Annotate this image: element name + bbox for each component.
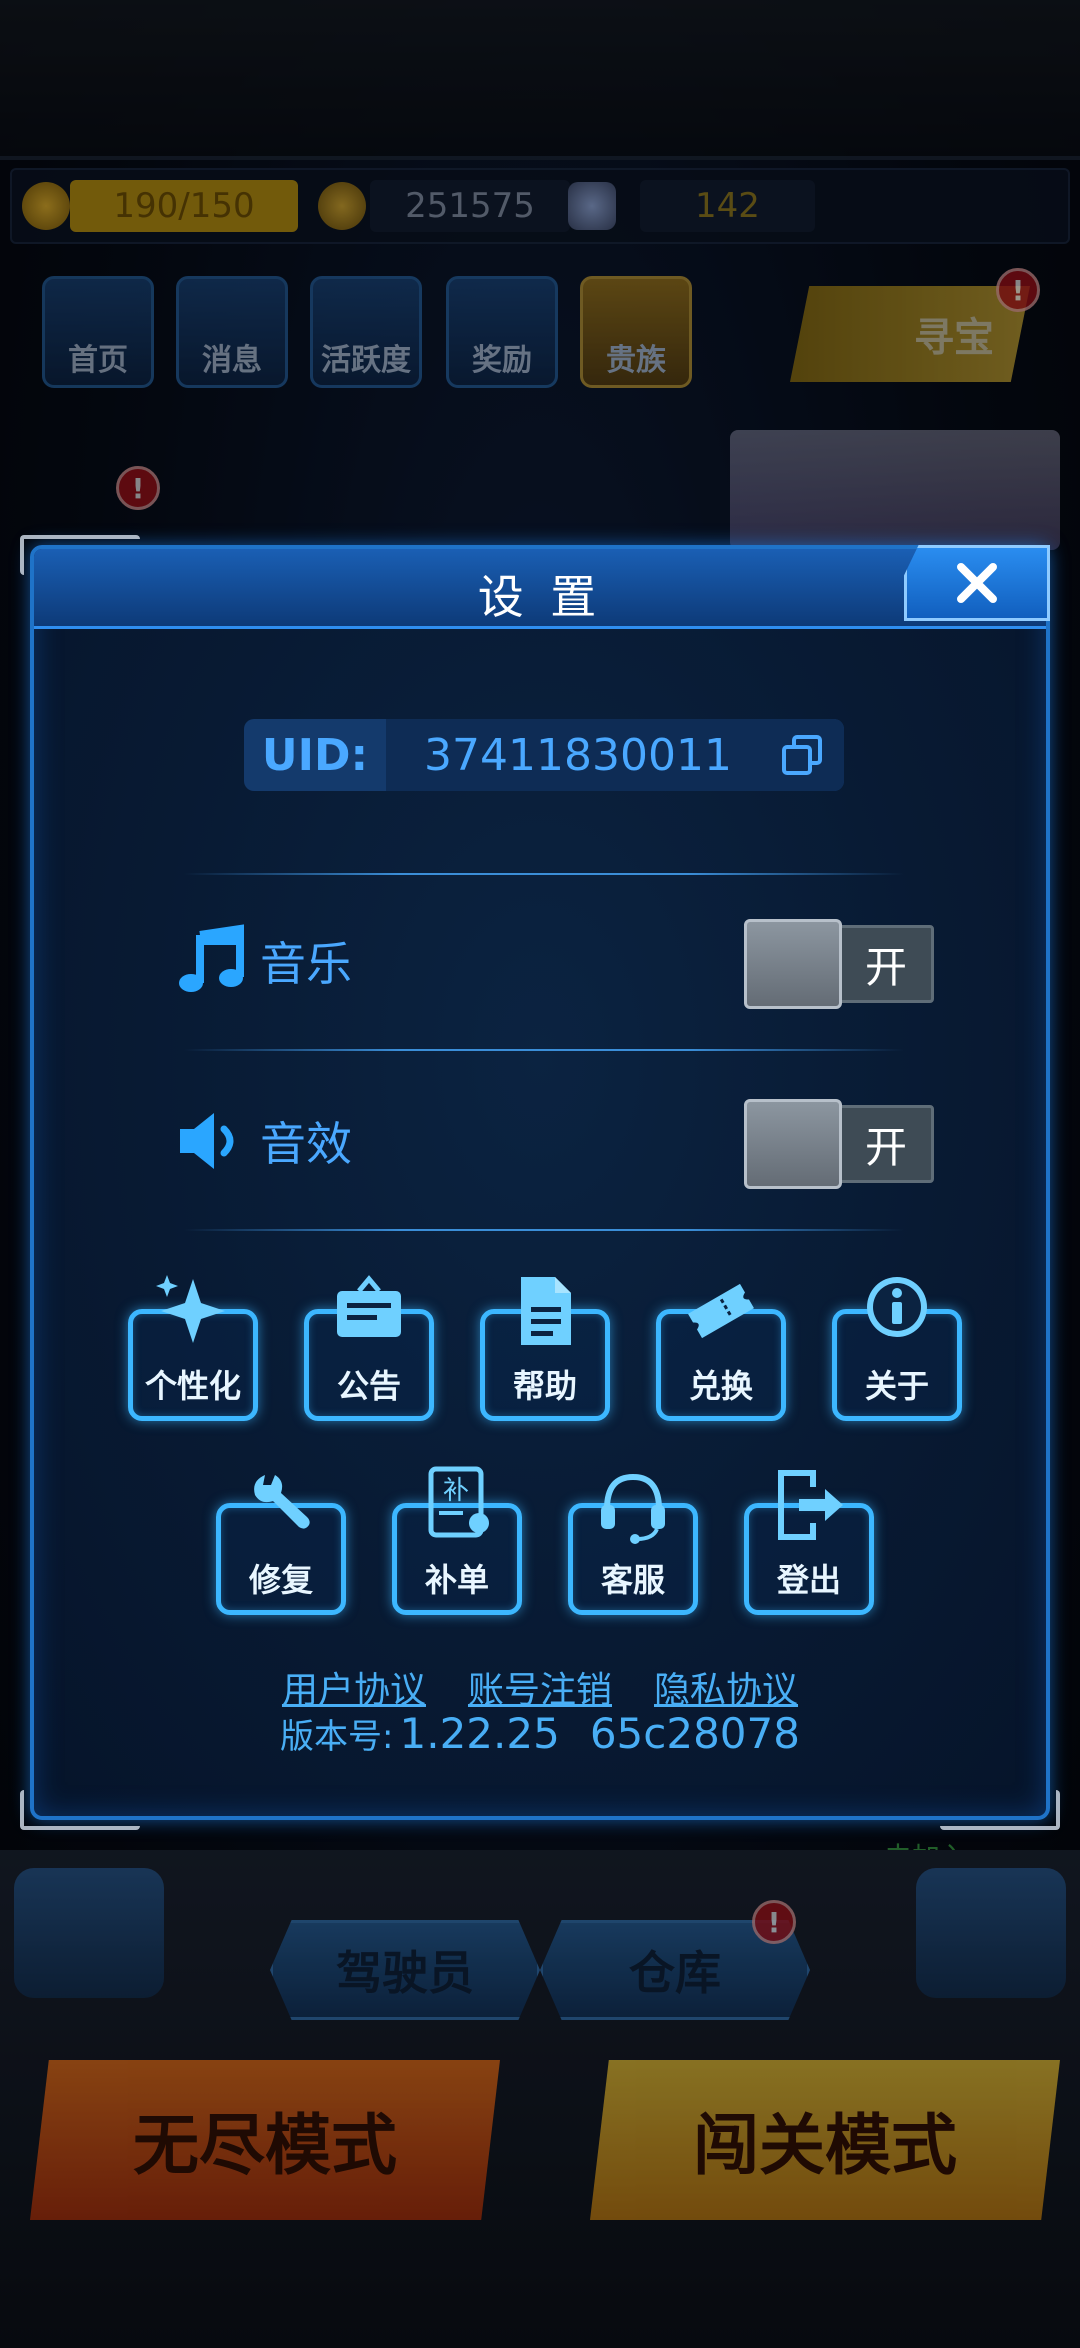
info-icon <box>867 1277 927 1337</box>
supplement-order-icon: 补 <box>428 1466 489 1538</box>
version-hash: 65c28078 <box>589 1709 800 1758</box>
ticket-icon <box>688 1283 754 1339</box>
divider <box>184 1049 904 1051</box>
wrench-icon <box>254 1475 310 1529</box>
customer-service-button[interactable]: 客服 <box>568 1465 698 1615</box>
music-label: 音乐 <box>260 937 352 991</box>
supplement-order-button[interactable]: 补 补单 <box>392 1465 522 1615</box>
settings-dialog: 设 置 UID: 37411830011 音乐 开 音效 开 个性化 公告 帮助… <box>20 535 1060 1830</box>
legal-links: 用户协议 账号注销 隐私协议 <box>34 1661 1046 1713</box>
account-deletion-link[interactable]: 账号注销 <box>468 1661 612 1713</box>
toggle-state-text: 开 <box>832 1105 934 1183</box>
help-label: 帮助 <box>512 1367 577 1405</box>
about-button[interactable]: 关于 <box>832 1271 962 1421</box>
setting-row-sfx: 音效 开 <box>174 1091 934 1191</box>
close-button[interactable] <box>904 545 1050 621</box>
help-button[interactable]: 帮助 <box>480 1271 610 1421</box>
uid-value: 37411830011 <box>386 719 844 791</box>
logout-label: 登出 <box>776 1561 841 1599</box>
repair-label: 修复 <box>248 1561 313 1599</box>
version-number: 1.22.25 <box>399 1709 560 1758</box>
uid-label: UID: <box>261 729 369 781</box>
dialog-header: 设 置 <box>34 549 1046 629</box>
music-toggle[interactable]: 开 <box>744 919 934 1009</box>
corner-ornament <box>940 1790 1060 1830</box>
toggle-knob <box>744 919 842 1009</box>
corner-ornament <box>20 1790 140 1830</box>
sfx-toggle[interactable]: 开 <box>744 1099 934 1189</box>
redeem-label: 兑换 <box>688 1367 753 1405</box>
divider <box>184 873 904 875</box>
supplement-order-label: 补单 <box>424 1561 489 1599</box>
version-label: 版本号: <box>280 1717 394 1757</box>
notice-button[interactable]: 公告 <box>304 1271 434 1421</box>
headset-icon <box>601 1473 665 1544</box>
speaker-icon <box>180 1113 234 1169</box>
copy-icon[interactable] <box>780 733 824 777</box>
document-icon <box>521 1277 571 1345</box>
svg-text:补: 补 <box>443 1476 469 1506</box>
personalize-button[interactable]: 个性化 <box>128 1271 258 1421</box>
toggle-knob <box>744 1099 842 1189</box>
repair-button[interactable]: 修复 <box>216 1465 346 1615</box>
personalize-label: 个性化 <box>144 1367 241 1405</box>
music-note-icon <box>179 924 244 992</box>
sfx-label: 音效 <box>260 1117 352 1171</box>
dialog-title: 设 置 <box>477 570 603 624</box>
logout-icon <box>778 1470 843 1540</box>
toggle-state-text: 开 <box>832 925 934 1003</box>
privacy-policy-link[interactable]: 隐私协议 <box>654 1661 798 1713</box>
logout-button[interactable]: 登出 <box>744 1465 874 1615</box>
uid-box: UID: 37411830011 <box>244 719 844 791</box>
notice-board-icon <box>337 1275 401 1337</box>
divider <box>184 1229 904 1231</box>
customer-service-label: 客服 <box>600 1561 665 1599</box>
about-label: 关于 <box>864 1367 929 1405</box>
notice-label: 公告 <box>336 1367 401 1405</box>
close-icon <box>957 563 997 603</box>
user-agreement-link[interactable]: 用户协议 <box>282 1661 426 1713</box>
redeem-button[interactable]: 兑换 <box>656 1271 786 1421</box>
sparkle-icon <box>156 1275 225 1343</box>
version-info: 版本号: 1.22.25 65c28078 <box>34 1709 1046 1758</box>
setting-row-music: 音乐 开 <box>174 911 934 1011</box>
